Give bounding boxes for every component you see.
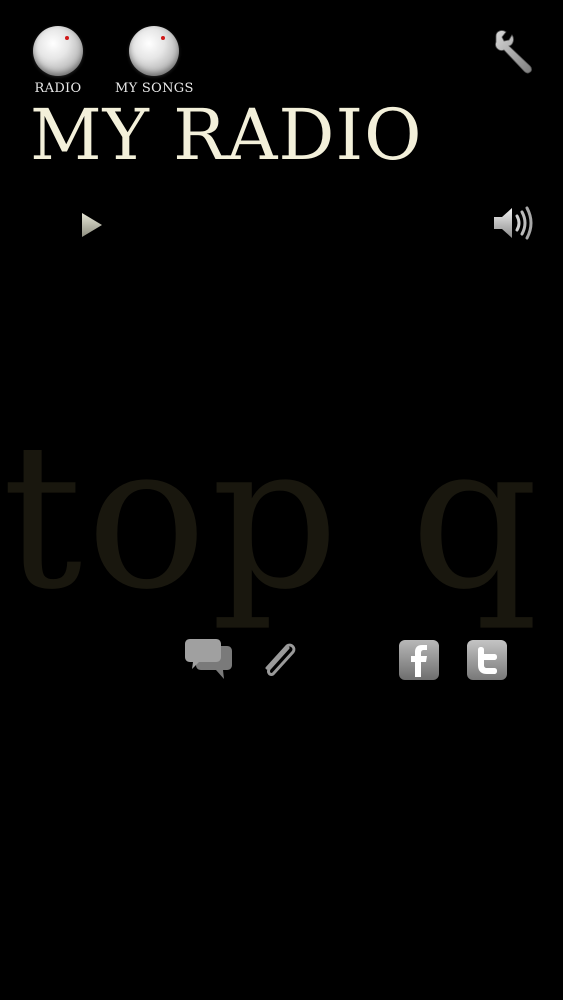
page-title: MY RADIO xyxy=(30,94,423,176)
wrench-icon[interactable] xyxy=(490,28,538,76)
radio-knob-button[interactable] xyxy=(33,26,83,76)
speaker-volume-icon[interactable] xyxy=(490,203,540,243)
radio-knob-group[interactable]: RADIO xyxy=(33,26,83,96)
my-songs-knob-button[interactable] xyxy=(129,26,180,76)
speech-bubbles-icon[interactable] xyxy=(183,636,235,684)
my-songs-knob-group[interactable]: MY SONGS xyxy=(115,26,194,96)
paperclip-icon[interactable] xyxy=(258,638,302,682)
twitter-icon[interactable] xyxy=(466,639,508,681)
knob-indicator-dot xyxy=(161,36,166,40)
facebook-icon[interactable] xyxy=(398,639,440,681)
play-icon[interactable] xyxy=(78,210,106,240)
now-playing-marquee: top q xyxy=(2,401,543,634)
knob-indicator-dot xyxy=(65,36,69,40)
